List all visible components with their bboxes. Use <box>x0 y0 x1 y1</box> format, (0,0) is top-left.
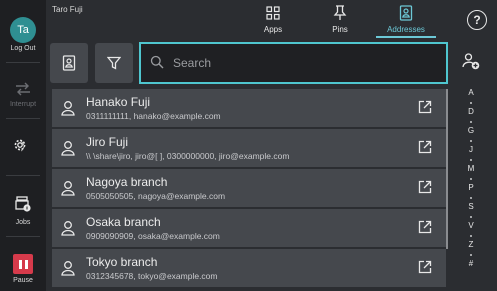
contact-detail: 0505050505, nagoya@example.com <box>86 191 226 201</box>
list-item[interactable]: Osaka branch 0909090909, osaka@example.c… <box>52 209 446 247</box>
contact-detail: 0312345678, tokyo@example.com <box>86 271 218 281</box>
address-book-icon <box>398 4 414 22</box>
search-box[interactable] <box>139 42 448 84</box>
address-book-icon <box>62 55 76 71</box>
contact-list: Hanako Fuji 0311111111, hanako@example.c… <box>52 89 446 289</box>
filter-button[interactable] <box>95 43 133 83</box>
contact-name: Hanako Fuji <box>86 95 151 109</box>
index-letter[interactable]: Z <box>462 240 480 249</box>
interrupt-icon <box>0 82 46 96</box>
logout-label[interactable]: Log Out <box>0 45 46 52</box>
index-letter[interactable]: G <box>462 126 480 135</box>
person-icon <box>61 140 75 161</box>
tab-label: Addresses <box>387 25 425 34</box>
help-button[interactable]: ? <box>467 10 487 30</box>
active-tab-indicator <box>376 36 436 38</box>
index-letter[interactable]: D <box>462 107 480 116</box>
rail-divider <box>6 175 40 176</box>
filter-icon <box>107 56 121 70</box>
jobs-label[interactable]: Jobs <box>0 219 46 226</box>
contact-name: Jiro Fuji <box>86 135 129 149</box>
contact-detail: 0909090909, osaka@example.com <box>86 231 220 241</box>
person-icon <box>61 180 75 201</box>
tab-label: Pins <box>332 25 348 34</box>
tab-addresses[interactable]: Addresses <box>376 4 436 36</box>
rail-divider <box>6 118 40 119</box>
interrupt-label[interactable]: Interrupt <box>0 101 46 108</box>
jobs-icon[interactable] <box>0 195 46 213</box>
person-icon <box>61 100 75 121</box>
open-external-icon[interactable] <box>418 260 432 279</box>
pause-label[interactable]: Pause <box>0 277 46 284</box>
open-external-icon[interactable] <box>418 180 432 199</box>
index-letter[interactable]: P <box>462 183 480 192</box>
index-letter[interactable]: V <box>462 221 480 230</box>
tab-label: Apps <box>263 25 283 34</box>
open-external-icon[interactable] <box>418 100 432 119</box>
search-input[interactable] <box>173 54 433 72</box>
add-contact-button[interactable] <box>462 52 480 75</box>
person-icon <box>61 220 75 241</box>
list-item[interactable]: Nagoya branch 0505050505, nagoya@example… <box>52 169 446 207</box>
tab-pins[interactable]: Pins <box>310 4 370 36</box>
index-letter[interactable]: A <box>462 88 480 97</box>
avatar[interactable]: Ta <box>10 17 36 43</box>
list-item[interactable]: Tokyo branch 0312345678, tokyo@example.c… <box>52 249 446 287</box>
list-item[interactable]: Jiro Fuji \\ \share\jiro, jiro@[ ], 0300… <box>52 129 446 167</box>
rail-divider <box>6 62 40 63</box>
contact-name: Nagoya branch <box>86 175 168 189</box>
contact-name: Osaka branch <box>86 215 161 229</box>
apps-grid-icon <box>265 4 281 22</box>
person-icon <box>61 260 75 281</box>
chevron-right-icon[interactable]: 〉 <box>16 138 36 154</box>
username: Taro Fuji <box>52 5 83 14</box>
list-item[interactable]: Hanako Fuji 0311111111, hanako@example.c… <box>52 89 446 127</box>
address-book-button[interactable] <box>50 43 88 83</box>
open-external-icon[interactable] <box>418 140 432 159</box>
scrollbar[interactable] <box>446 89 448 249</box>
pause-icon <box>18 259 22 269</box>
contact-detail: \\ \share\jiro, jiro@[ ], 0300000000, ji… <box>86 151 290 161</box>
search-icon <box>150 55 164 74</box>
pause-button[interactable] <box>13 254 33 274</box>
index-letter[interactable]: S <box>462 202 480 211</box>
contact-name: Tokyo branch <box>86 255 158 269</box>
add-contact-icon <box>462 53 480 70</box>
index-letter[interactable]: M <box>462 164 480 173</box>
pin-icon <box>332 4 348 22</box>
open-external-icon[interactable] <box>418 220 432 239</box>
index-letter[interactable]: # <box>462 259 480 268</box>
index-letter[interactable]: J <box>462 145 480 154</box>
tab-apps[interactable]: Apps <box>243 4 303 36</box>
left-rail: Ta Log Out Interrupt 〉 Jobs Pause <box>0 0 46 291</box>
rail-divider <box>6 236 40 237</box>
contact-detail: 0311111111, hanako@example.com <box>86 111 221 121</box>
